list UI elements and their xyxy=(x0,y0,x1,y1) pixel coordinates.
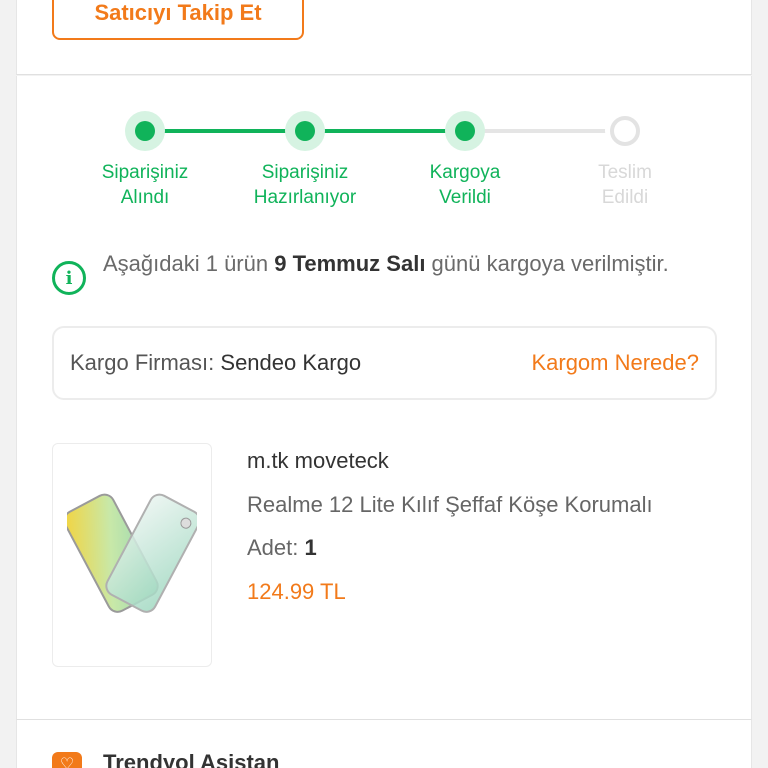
product-quantity: Adet: 1 xyxy=(247,535,317,560)
assistant-label[interactable]: Trendyol Asistan xyxy=(103,750,279,768)
step-delivered-label: Teslim Edildi xyxy=(598,162,652,208)
cargo-info-box: Kargo Firması: Sendeo Kargo Kargom Nered… xyxy=(52,326,717,400)
phone-case-icon xyxy=(67,493,197,613)
seller-card: Satıcıyı Takip Et xyxy=(16,0,752,75)
product-price: 124.99 TL xyxy=(247,579,346,604)
seller-name[interactable]: m.tk moveteck xyxy=(247,448,389,474)
product-image[interactable] xyxy=(52,443,212,667)
follow-seller-button[interactable]: Satıcıyı Takip Et xyxy=(52,0,304,40)
step-ordered-label: Siparişiniz Alındı xyxy=(101,162,189,208)
step-preparing-label: Siparişiniz Hazırlanıyor xyxy=(253,162,357,208)
step-shipped-icon xyxy=(445,111,485,151)
info-icon: i xyxy=(52,261,86,295)
shipment-notice: Aşağıdaki 1 ürün 9 Temmuz Salı günü karg… xyxy=(103,251,669,276)
step-ordered-icon xyxy=(125,111,165,151)
product-title[interactable]: Realme 12 Lite Kılıf Şeffaf Köşe Korumal… xyxy=(247,492,717,518)
cargo-company: Sendeo Kargo xyxy=(220,350,362,375)
shipment-card: Siparişiniz Alındı Siparişiniz Hazırlanıyo… xyxy=(16,76,752,719)
step-preparing-icon xyxy=(285,111,325,151)
cargo-label: Kargo Firması: xyxy=(70,350,215,375)
step-delivered-icon xyxy=(605,111,645,151)
track-cargo-link[interactable]: Kargom Nerede? xyxy=(531,350,699,376)
assistant-icon: ♡ xyxy=(52,752,82,768)
step-shipped-label: Kargoya Verildi xyxy=(429,162,501,208)
assistant-card[interactable]: ♡ Trendyol Asistan xyxy=(16,719,752,768)
